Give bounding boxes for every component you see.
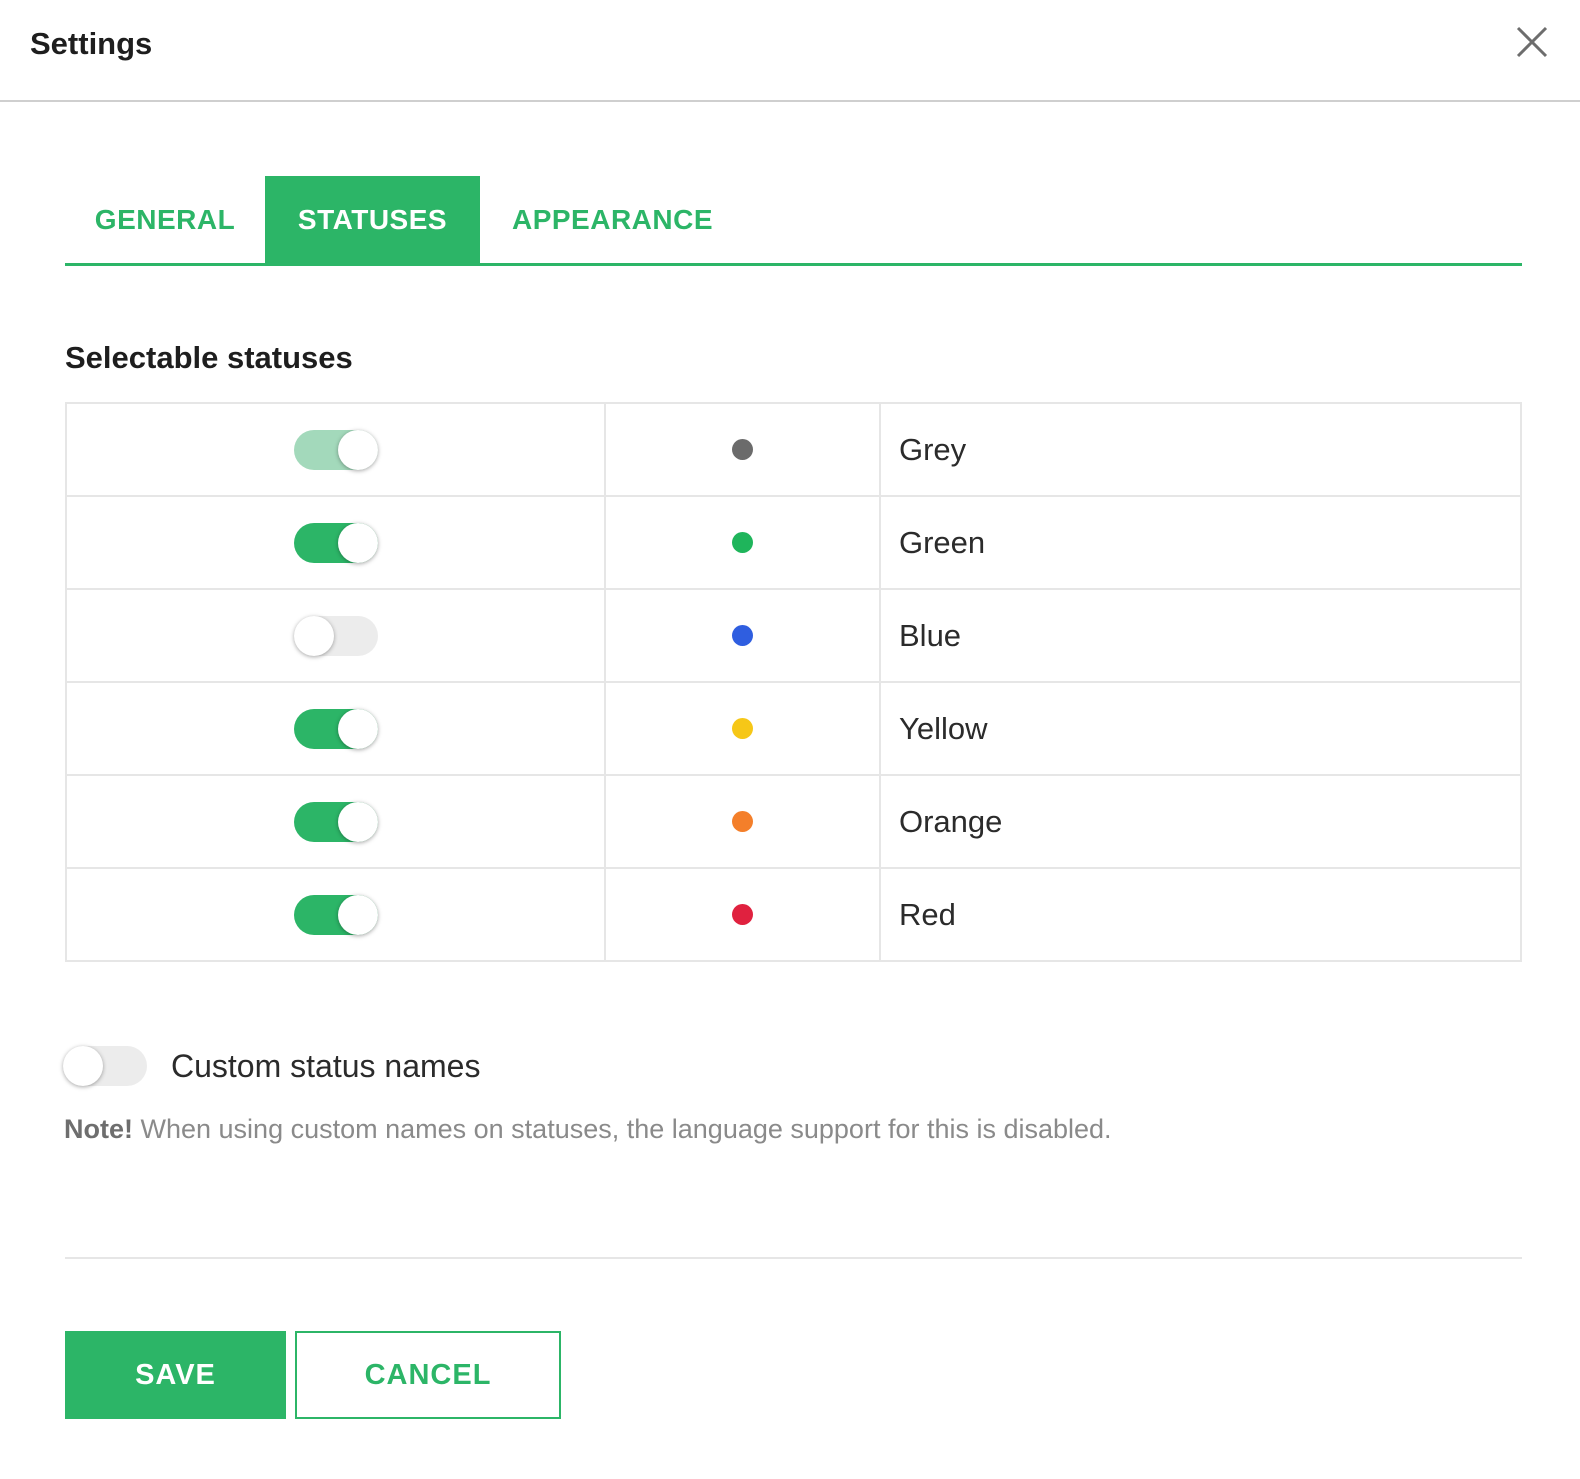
status-dot-yellow [732,718,753,739]
toggle-knob [337,801,378,842]
tab-statuses[interactable]: STATUSES [265,176,480,263]
table-row: Yellow [65,681,1522,776]
save-button[interactable]: SAVE [65,1331,286,1419]
toggle-knob [293,615,334,656]
note-text: Note! When using custom names on statuse… [64,1114,1112,1145]
table-row: Green [65,495,1522,590]
footer-divider [65,1257,1522,1259]
status-name: Blue [879,588,1522,683]
status-dot-grey [732,439,753,460]
status-toggle-yellow[interactable] [293,708,378,749]
custom-status-names-toggle[interactable] [63,1046,147,1086]
status-toggle-orange[interactable] [293,801,378,842]
status-name: Green [879,495,1522,590]
table-row: Red [65,867,1522,962]
status-toggle-blue[interactable] [293,615,378,656]
status-toggle-red[interactable] [293,894,378,935]
status-name: Grey [879,402,1522,497]
status-toggle-grey[interactable] [293,429,378,470]
toggle-knob [63,1046,103,1086]
tab-general[interactable]: GENERAL [65,176,265,263]
status-dot-red [732,904,753,925]
status-name: Orange [879,774,1522,869]
toggle-knob [337,708,378,749]
section-title: Selectable statuses [65,340,353,375]
toggle-knob [337,522,378,563]
tab-bar: GENERAL STATUSES APPEARANCE [65,176,1522,266]
note-body: When using custom names on statuses, the… [133,1114,1112,1144]
status-dot-orange [732,811,753,832]
cancel-button[interactable]: CANCEL [295,1331,561,1419]
status-dot-blue [732,625,753,646]
toggle-knob [337,894,378,935]
close-icon[interactable] [1512,22,1552,62]
status-name: Red [879,867,1522,962]
note-prefix: Note! [64,1114,133,1144]
table-row: Orange [65,774,1522,869]
status-table: Grey Green Blue Yellow Orange Red [65,402,1522,962]
status-toggle-green[interactable] [293,522,378,563]
custom-status-names-label: Custom status names [171,1048,481,1084]
table-row: Grey [65,402,1522,497]
toggle-knob [337,429,378,470]
table-row: Blue [65,588,1522,683]
tab-appearance[interactable]: APPEARANCE [480,176,745,263]
dialog-header: Settings [0,0,1580,102]
status-dot-green [732,532,753,553]
dialog-title: Settings [30,26,153,61]
status-name: Yellow [879,681,1522,776]
